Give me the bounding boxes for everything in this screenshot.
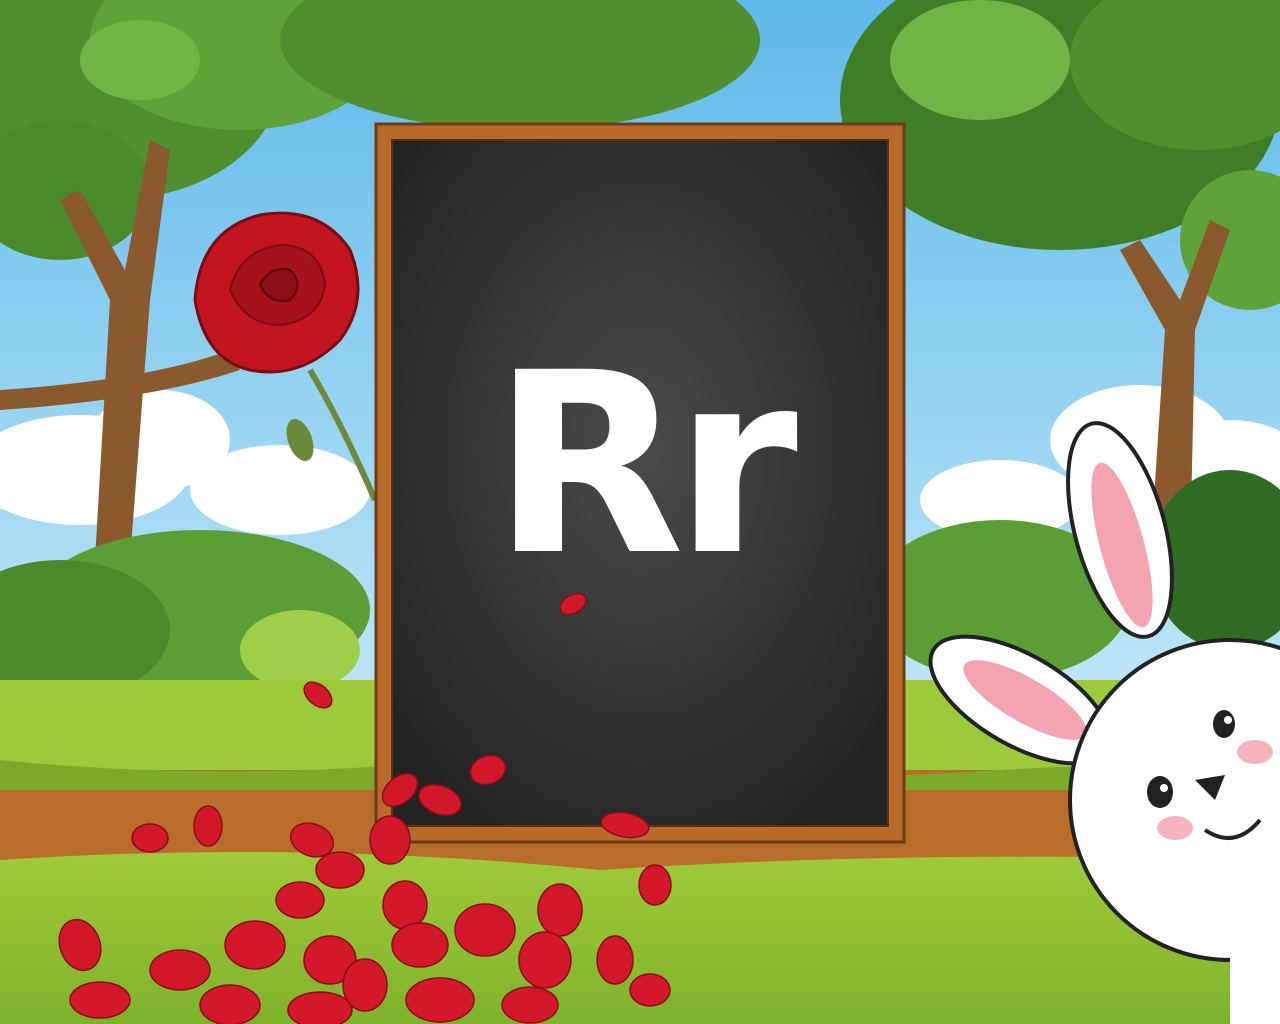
board-letter: Rr <box>492 319 798 610</box>
